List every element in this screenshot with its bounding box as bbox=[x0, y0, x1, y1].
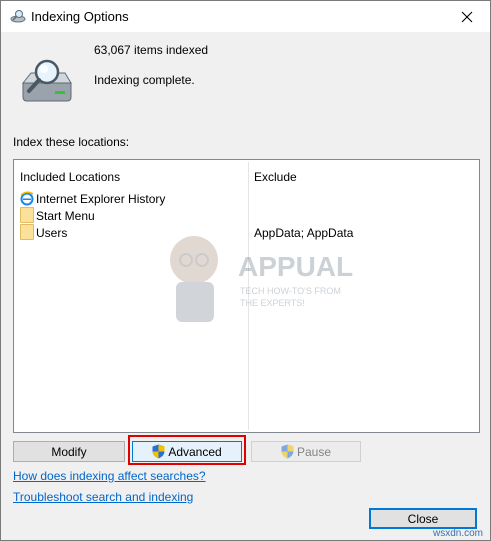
folder-icon bbox=[20, 207, 34, 223]
location-name: Start Menu bbox=[36, 209, 95, 223]
items-indexed-count: 63,067 items indexed bbox=[94, 43, 209, 57]
site-credit: wsxdn.com bbox=[433, 528, 484, 539]
column-header-included[interactable]: Included Locations bbox=[20, 170, 120, 184]
watermark-tagline-2: THE EXPERTS! bbox=[240, 298, 305, 308]
indexing-status: Indexing complete. bbox=[94, 73, 195, 87]
modify-button[interactable]: Modify bbox=[13, 441, 125, 462]
column-header-exclude[interactable]: Exclude bbox=[254, 170, 297, 184]
indexing-options-window: Indexing Options 63,067 items indexed In… bbox=[0, 0, 491, 541]
help-indexing-link[interactable]: How does indexing affect searches? bbox=[13, 469, 206, 483]
ie-icon bbox=[20, 191, 34, 206]
location-name: Internet Explorer History bbox=[36, 192, 166, 206]
close-button[interactable]: Close bbox=[369, 508, 477, 529]
appuals-watermark-logo: APPUALS TECH HOW-TO'S FROM THE EXPERTS! bbox=[170, 236, 354, 322]
pause-button-label: Pause bbox=[296, 444, 332, 459]
close-icon bbox=[461, 11, 473, 22]
close-window-button[interactable] bbox=[444, 1, 490, 32]
window-title: Indexing Options bbox=[31, 9, 129, 24]
location-name: Users bbox=[36, 226, 68, 240]
locations-list[interactable]: Included Locations Exclude Internet Expl… bbox=[13, 159, 480, 433]
watermark-brand: APPUALS bbox=[238, 251, 354, 282]
uac-shield-icon bbox=[152, 444, 165, 459]
index-locations-label: Index these locations: bbox=[13, 135, 130, 149]
watermark-tagline-1: TECH HOW-TO'S FROM bbox=[240, 286, 341, 296]
modify-button-label: Modify bbox=[51, 444, 87, 459]
pause-button[interactable]: Pause bbox=[251, 441, 361, 462]
folder-icon bbox=[20, 224, 34, 240]
advanced-button-label: Advanced bbox=[168, 444, 222, 459]
close-button-label: Close bbox=[407, 511, 439, 526]
indexing-drive-icon bbox=[21, 59, 72, 102]
list-item[interactable]: Internet Explorer History bbox=[20, 190, 476, 207]
troubleshoot-link[interactable]: Troubleshoot search and indexing bbox=[13, 490, 193, 504]
uac-shield-icon bbox=[281, 444, 294, 459]
advanced-button[interactable]: Advanced bbox=[132, 441, 242, 462]
title-bar: Indexing Options bbox=[1, 1, 490, 32]
indexing-options-icon bbox=[10, 10, 26, 23]
